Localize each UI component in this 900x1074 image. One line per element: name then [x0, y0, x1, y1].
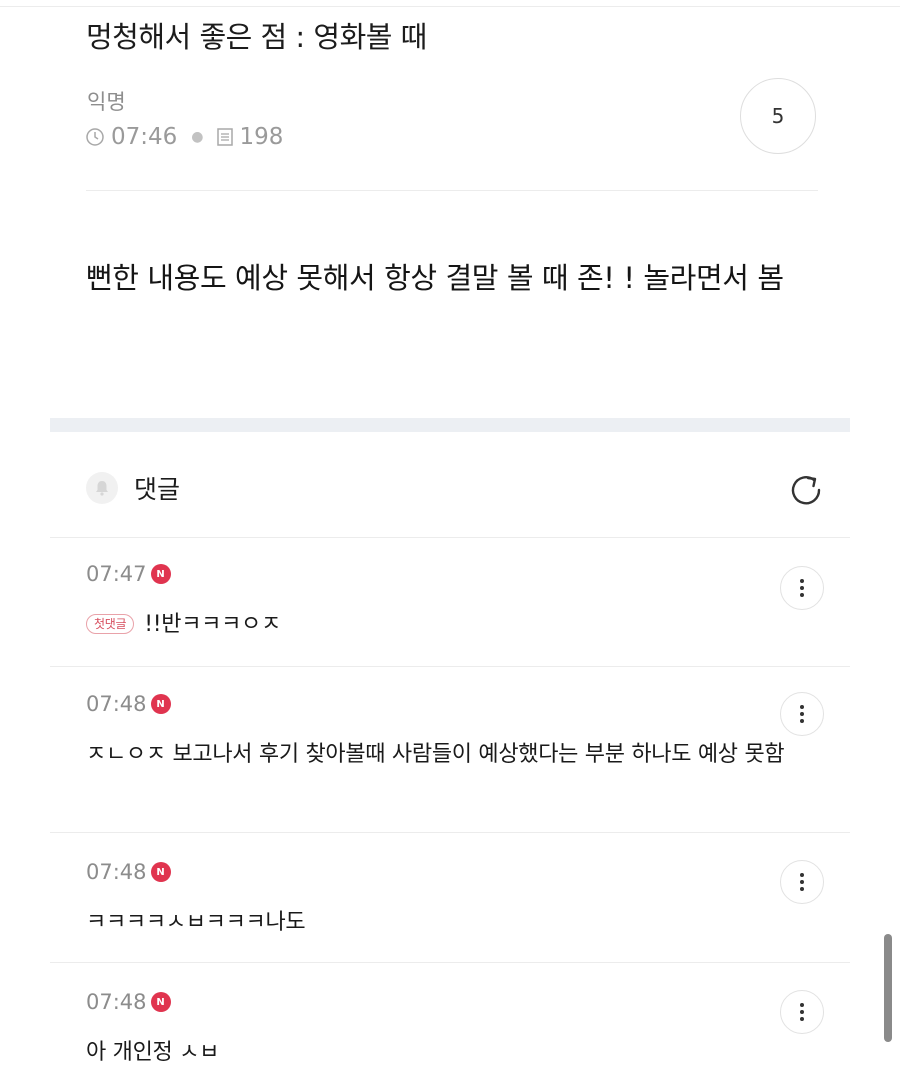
bell-icon[interactable]	[86, 472, 118, 504]
comments-label: 댓글	[134, 475, 181, 504]
comment-text: !!반ㅋㅋㅋㅇㅈ	[144, 612, 281, 637]
comment-divider	[50, 832, 850, 833]
post-author: 익명	[87, 90, 126, 114]
comment-text: 아 개인정 ㅅㅂ	[86, 1040, 220, 1065]
new-badge-icon: N	[150, 694, 171, 714]
more-vertical-icon[interactable]	[780, 990, 824, 1034]
more-vertical-icon[interactable]	[780, 692, 824, 736]
post-body: 뻔한 내용도 예상 못해서 항상 결말 볼 때 존! ! 놀라면서 봄	[86, 261, 784, 295]
comment-text: ㅈㄴㅇㅈ 보고나서 후기 찾아볼때 사람들이 예상했다는 부분 하나도 예상 못…	[86, 742, 785, 767]
comment-text: ㅋㅋㅋㅋㅅㅂㅋㅋㅋ나도	[86, 910, 306, 935]
comment-divider	[50, 962, 850, 963]
comment-time: 07:47	[86, 562, 147, 586]
clock-icon	[85, 127, 105, 147]
comment-divider	[50, 666, 850, 667]
new-badge-icon: N	[150, 564, 171, 584]
more-vertical-icon[interactable]	[780, 566, 824, 610]
more-vertical-icon[interactable]	[780, 860, 824, 904]
new-badge-icon: N	[150, 862, 171, 882]
meta-separator: ●	[191, 129, 204, 145]
refresh-icon[interactable]	[786, 470, 826, 514]
comments-divider	[50, 537, 850, 538]
new-badge-icon: N	[150, 992, 171, 1012]
post-title: 멍청해서 좋은 점 : 영화볼 때	[86, 20, 427, 54]
top-divider	[0, 6, 900, 7]
comment-count-button[interactable]: 5	[740, 78, 816, 154]
section-band	[50, 418, 850, 432]
document-icon	[216, 127, 234, 147]
comment-time: 07:48	[86, 692, 147, 716]
header-divider	[86, 190, 818, 191]
comment-time: 07:48	[86, 860, 147, 884]
post-views: 198	[239, 124, 284, 150]
first-comment-badge: 첫댓글	[86, 614, 135, 634]
comments-header: 댓글	[86, 470, 180, 506]
post-meta: 07:46 ● 198	[85, 124, 283, 150]
post-time: 07:46	[111, 124, 178, 150]
comment-time: 07:48	[86, 990, 147, 1014]
scrollbar[interactable]	[884, 934, 892, 1042]
